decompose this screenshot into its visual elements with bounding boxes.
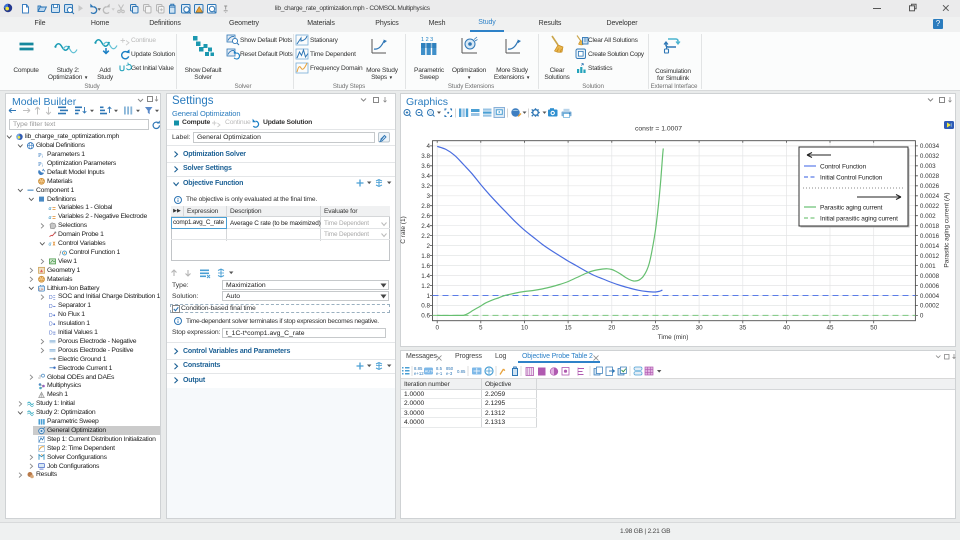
svg-text:0.85: 0.85: [457, 369, 466, 374]
svg-text:0.0024: 0.0024: [920, 193, 940, 200]
svg-text:0: 0: [435, 325, 439, 332]
svg-text:D: D: [49, 295, 53, 301]
svg-text:25: 25: [652, 325, 660, 332]
svg-text:3.6: 3.6: [421, 163, 430, 170]
svg-text:1: 1: [426, 293, 430, 300]
svg-text:40: 40: [783, 325, 791, 332]
svg-text:2.2: 2.2: [421, 233, 430, 240]
svg-text:D: D: [49, 304, 53, 310]
svg-text:0.0006: 0.0006: [920, 283, 940, 290]
svg-text:3.4: 3.4: [421, 173, 430, 180]
svg-text:45: 45: [826, 325, 834, 332]
svg-text:Control Function: Control Function: [820, 164, 867, 171]
svg-text:0.001: 0.001: [920, 263, 936, 270]
svg-text:e-1: e-1: [436, 371, 443, 376]
svg-text:1 2 3: 1 2 3: [421, 37, 433, 43]
svg-text:2: 2: [426, 243, 430, 250]
svg-text:0.0026: 0.0026: [920, 183, 940, 190]
svg-text:0.6: 0.6: [421, 313, 430, 320]
svg-text:a: a: [49, 206, 52, 212]
svg-text:0.0032: 0.0032: [920, 153, 940, 160]
svg-text:1.6: 1.6: [421, 263, 430, 270]
svg-text:Parasitic aging current (A): Parasitic aging current (A): [944, 192, 951, 267]
svg-text:0.0018: 0.0018: [920, 223, 940, 230]
svg-text:a: a: [49, 242, 52, 248]
svg-text:Pi: Pi: [38, 161, 44, 168]
svg-text:0.0008: 0.0008: [920, 273, 940, 280]
svg-text:10: 10: [521, 325, 529, 332]
svg-text:50: 50: [870, 325, 878, 332]
svg-text:D: D: [49, 313, 53, 319]
svg-text:2.4: 2.4: [421, 223, 430, 230]
svg-text:35: 35: [739, 325, 747, 332]
svg-text:Li+: Li+: [39, 287, 44, 291]
svg-text:0.8: 0.8: [421, 303, 430, 310]
svg-text:0.0002: 0.0002: [920, 303, 940, 310]
svg-text:0.0028: 0.0028: [920, 173, 940, 180]
svg-text:AUTO: AUTO: [425, 370, 436, 374]
svg-text:constr = 1.0007: constr = 1.0007: [635, 126, 682, 133]
svg-text:0.0016: 0.0016: [920, 233, 940, 240]
svg-text:0: 0: [920, 313, 924, 320]
svg-text:3.8: 3.8: [421, 153, 430, 160]
svg-text:Initial parasitic aging curren: Initial parasitic aging current: [820, 216, 898, 223]
svg-text:Time (min): Time (min): [658, 334, 689, 341]
svg-text:1.4: 1.4: [421, 273, 430, 280]
svg-text:3: 3: [426, 193, 430, 200]
svg-text:f: f: [60, 252, 62, 257]
svg-text:e-3: e-3: [446, 371, 453, 376]
svg-text:15: 15: [565, 325, 573, 332]
svg-text:Parasitic aging current: Parasitic aging current: [820, 205, 883, 212]
svg-text:3.2: 3.2: [421, 183, 430, 190]
svg-text:D: D: [49, 322, 53, 328]
svg-text:a: a: [49, 215, 52, 221]
svg-text:1.2: 1.2: [421, 283, 430, 290]
svg-text:0.0004: 0.0004: [920, 293, 940, 300]
svg-text:D: D: [49, 331, 53, 337]
svg-text:0.003: 0.003: [920, 163, 936, 170]
svg-text:30: 30: [696, 325, 704, 332]
svg-text:0.0022: 0.0022: [920, 203, 940, 210]
svg-text:20: 20: [608, 325, 616, 332]
svg-text:0.0012: 0.0012: [920, 253, 940, 260]
svg-text:0.0014: 0.0014: [920, 243, 940, 250]
svg-text:2.6: 2.6: [421, 213, 430, 220]
svg-text:0.002: 0.002: [920, 213, 936, 220]
svg-text:C rate (1): C rate (1): [400, 216, 407, 243]
svg-text:2.8: 2.8: [421, 203, 430, 210]
svg-text:0.0034: 0.0034: [920, 143, 940, 150]
svg-text:1.8: 1.8: [421, 253, 430, 260]
svg-text:Pi: Pi: [38, 152, 44, 159]
svg-text:∂: ∂: [39, 375, 42, 381]
svg-text:e+12: e+12: [414, 371, 424, 376]
svg-text:5: 5: [479, 325, 483, 332]
svg-text:Initial Control Function: Initial Control Function: [820, 175, 883, 182]
svg-text:4: 4: [426, 143, 430, 150]
